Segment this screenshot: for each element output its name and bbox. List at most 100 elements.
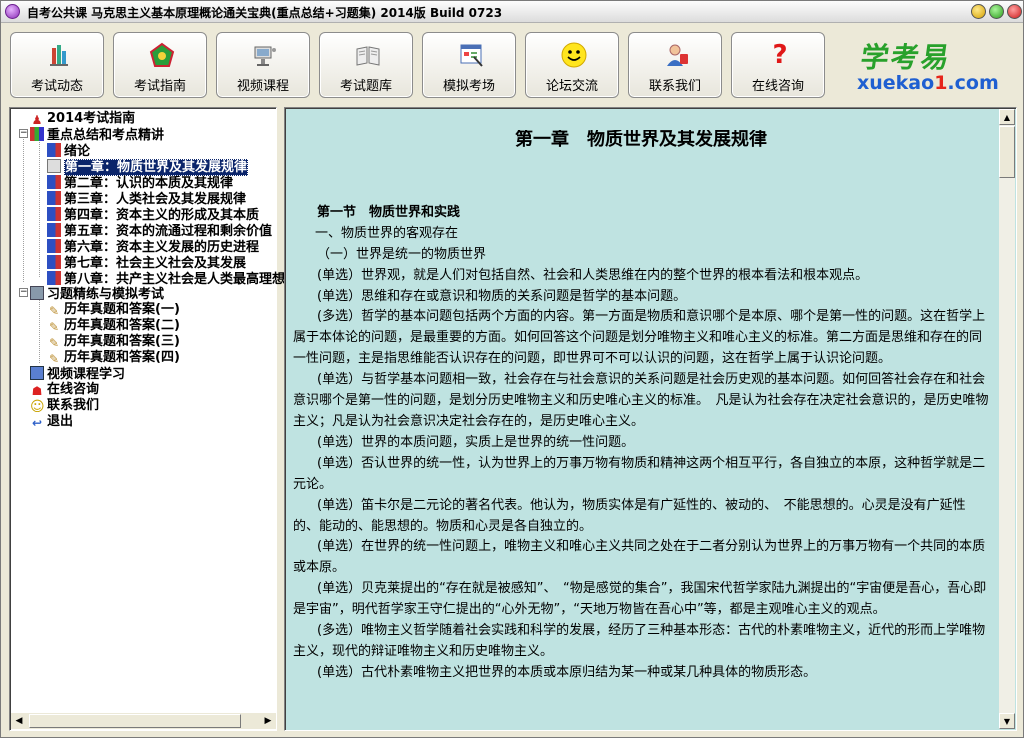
section-title: 第一节 物质世界和实践 xyxy=(317,204,461,220)
paragraph: (单选）世界观，就是人们对包括自然、社会和人类思维在内的整个世界的根本看法和根本… xyxy=(317,267,869,283)
pencil-icon: ✎ xyxy=(48,352,60,366)
book-icon xyxy=(47,175,61,189)
tree-item-exit[interactable]: ↩ 退出 xyxy=(30,414,73,430)
subheading: （一）世界是统一的物质世界 xyxy=(317,246,487,262)
tree-item-chapter-3[interactable]: 第三章：人类社会及其发展规律 xyxy=(47,191,246,207)
exit-icon: ↩ xyxy=(31,416,43,430)
scrollbar-thumb[interactable] xyxy=(29,714,241,728)
app-icon[interactable] xyxy=(5,4,20,19)
vertical-scrollbar[interactable]: ▲ ▼ xyxy=(999,109,1015,729)
scroll-left-arrow-icon[interactable]: ◀ xyxy=(11,713,27,729)
toolbar-button-label: 考试题库 xyxy=(339,79,392,94)
scrollbar-thumb[interactable] xyxy=(999,126,1015,178)
toolbar-button-label: 论坛交流 xyxy=(545,79,598,94)
toolbar-button-label: 考试指南 xyxy=(133,79,186,94)
app-window: 自考公共课 马克思主义基本原理概论通关宝典(重点总结+习题集) 2014版 Bu… xyxy=(0,0,1024,738)
question-icon: ? xyxy=(772,40,788,70)
toolbar-button-video-course[interactable]: 视频课程 xyxy=(216,32,310,98)
books-icon xyxy=(30,127,44,141)
toolbar-button-forum[interactable]: 论坛交流 xyxy=(525,32,619,98)
book-icon xyxy=(47,255,61,269)
tree-item-exam-guide[interactable]: ♟ 2014考试指南 xyxy=(30,111,136,127)
toolbar: 考试动态 考试指南 视频课程 考试题库 模拟考场 论坛交流 联系我们 ? 在线咨… xyxy=(1,24,1023,104)
contact-icon xyxy=(663,41,691,69)
collapse-toggle[interactable]: − xyxy=(19,129,28,138)
heading: 一、物质世界的客观存在 xyxy=(315,225,459,241)
tree-item-past-paper-3[interactable]: ✎ 历年真题和答案(三) xyxy=(47,334,180,350)
paragraph: (多选）哲学的基本问题包括两个方面的内容。第一方面是物质和意识哪个是本原、哪个是… xyxy=(293,309,986,367)
scroll-up-arrow-icon[interactable]: ▲ xyxy=(999,109,1015,125)
book-icon xyxy=(47,271,61,285)
tree-item-past-paper-1[interactable]: ✎ 历年真题和答案(一) xyxy=(47,302,180,318)
paragraph: (单选）世界的本质问题，实质上是世界的统一性问题。 xyxy=(317,434,635,450)
paragraph: (单选）在世界的统一性问题上，唯物主义和唯心主义共同之处在于二者分别认为世界上的… xyxy=(293,539,986,576)
paragraph: (单选）思维和存在或意识和物质的关系问题是哲学的基本问题。 xyxy=(317,288,687,304)
book-icon xyxy=(47,223,61,237)
help-icon: ☗ xyxy=(31,384,43,398)
book-icon xyxy=(47,191,61,205)
guide-icon: ♟ xyxy=(31,113,43,127)
toolbar-button-question-bank[interactable]: 考试题库 xyxy=(319,32,413,98)
paragraph: (单选）与哲学基本问题相一致，社会存在与社会意识的关系问题是社会历史观的基本问题… xyxy=(293,372,989,429)
close-button[interactable] xyxy=(1007,4,1022,19)
toolbar-button-exam-news[interactable]: 考试动态 xyxy=(10,32,104,98)
open-book-icon xyxy=(47,159,61,173)
paragraph: (单选）否认世界的统一性，认为世界上的万事万物有物质和精神这两个相互平行，各自独… xyxy=(293,455,986,492)
news-icon xyxy=(45,41,73,69)
minimize-button[interactable] xyxy=(971,4,986,19)
tree-item-chapter-5[interactable]: 第五章：资本的流通过程和剩余价值 xyxy=(47,223,272,239)
guide-icon xyxy=(148,41,176,69)
tree-item-online-consult[interactable]: ☗ 在线咨询 xyxy=(30,382,99,398)
maximize-button[interactable] xyxy=(989,4,1004,19)
scroll-right-arrow-icon[interactable]: ▶ xyxy=(260,713,276,729)
toolbar-button-label: 考试动态 xyxy=(30,79,83,94)
navigation-tree-panel: − − ♟ 2014考试指南 重点总结和考点精讲 绪论 第一章：物质世界及其发展规… xyxy=(9,107,285,731)
tree-item-chapter-4[interactable]: 第四章：资本主义的形成及其本质 xyxy=(47,207,259,223)
scroll-down-arrow-icon[interactable]: ▼ xyxy=(999,713,1015,729)
tree-item-introduction[interactable]: 绪论 xyxy=(47,143,90,159)
tree-item-past-paper-2[interactable]: ✎ 历年真题和答案(二) xyxy=(47,318,180,334)
tree-item-video-course[interactable]: 视频课程学习 xyxy=(30,366,125,382)
logo-chinese-text: 学考易 xyxy=(858,41,954,74)
tree-item-chapter-1[interactable]: 第一章：物质世界及其发展规律 xyxy=(47,159,249,176)
paragraph: (单选）笛卡尔是二元论的著名代表。他认为，物质实体是有广延性的、被动的、 不能思… xyxy=(293,497,966,534)
tree-item-chapter-8[interactable]: 第八章：共产主义社会是人类最高理想 xyxy=(47,271,285,287)
pencil-icon: ✎ xyxy=(48,320,60,334)
book-icon xyxy=(47,239,61,253)
toolbar-button-mock-exam[interactable]: 模拟考场 xyxy=(422,32,516,98)
tree-item-chapter-6[interactable]: 第六章：资本主义发展的历史进程 xyxy=(47,239,259,255)
tree-item-exercises[interactable]: 习题精练与模拟考试 xyxy=(30,286,164,302)
video-icon xyxy=(251,41,279,69)
pencil-icon: ✎ xyxy=(48,336,60,350)
logo-domain-text: xuekao1.com xyxy=(857,72,999,94)
tree-item-key-summary[interactable]: 重点总结和考点精讲 xyxy=(30,127,164,143)
paragraph: (单选）古代朴素唯物主义把世界的本质或本原归结为某一种或某几种具体的物质形态。 xyxy=(317,664,817,680)
toolbar-button-contact-us[interactable]: 联系我们 xyxy=(628,32,722,98)
video-icon xyxy=(30,366,44,380)
smiley-icon: ☺ xyxy=(30,399,45,415)
tree-item-past-paper-4[interactable]: ✎ 历年真题和答案(四) xyxy=(47,350,180,366)
book-icon xyxy=(47,143,61,157)
toolbar-button-online-consult[interactable]: ? 在线咨询 xyxy=(731,32,825,98)
horizontal-scrollbar[interactable]: ◀ ▶ xyxy=(11,713,276,729)
paragraph: (多选）唯物主义哲学随着社会实践和科学的发展，经历了三种基本形态：古代的朴素唯物… xyxy=(293,623,986,659)
paragraph: (单选）贝克莱提出的“存在就是被感知”、 “物是感觉的集合”，我国宋代哲学家陆九… xyxy=(293,581,987,618)
book-icon xyxy=(47,207,61,221)
toolbar-button-exam-guide[interactable]: 考试指南 xyxy=(113,32,207,98)
exam-icon xyxy=(457,41,485,69)
xuekao1-logo[interactable]: 学考易 xuekao1.com xyxy=(857,36,1007,96)
chapter-title: 第一章 物质世界及其发展规律 xyxy=(515,130,767,150)
window-title: 自考公共课 马克思主义基本原理概论通关宝典(重点总结+习题集) 2014版 Bu… xyxy=(27,6,503,20)
toolbar-button-label: 联系我们 xyxy=(648,79,701,94)
title-bar[interactable]: 自考公共课 马克思主义基本原理概论通关宝典(重点总结+习题集) 2014版 Bu… xyxy=(1,1,1023,23)
content-panel: 第一章 物质世界及其发展规律 第一节 物质世界和实践 一、物质世界的客观存在 （… xyxy=(284,107,1017,731)
toolbar-button-label: 在线咨询 xyxy=(751,79,804,94)
tree-item-contact-us[interactable]: ☺ 联系我们 xyxy=(30,398,99,414)
collapse-toggle[interactable]: − xyxy=(19,288,28,297)
pencil-icon: ✎ xyxy=(48,304,60,318)
tree-item-chapter-2[interactable]: 第二章：认识的本质及其规律 xyxy=(47,175,233,191)
book-icon xyxy=(354,41,382,69)
article-content: 第一章 物质世界及其发展规律 第一节 物质世界和实践 一、物质世界的客观存在 （… xyxy=(293,130,989,726)
smiley-icon xyxy=(560,41,588,69)
tree-item-chapter-7[interactable]: 第七章：社会主义社会及其发展 xyxy=(47,255,246,271)
